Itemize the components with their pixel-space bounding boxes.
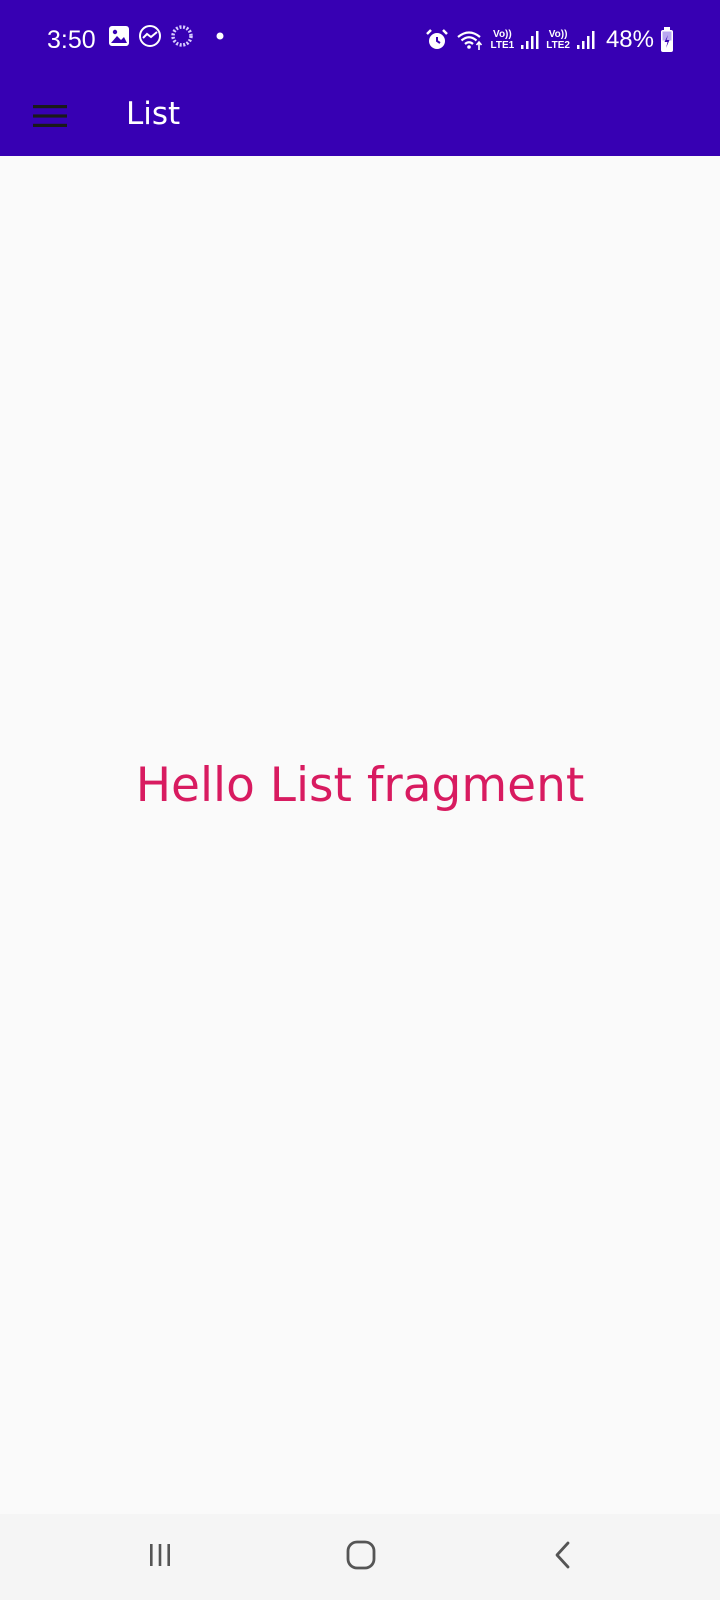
battery-charging-icon [660, 27, 674, 53]
wifi-icon [455, 28, 485, 52]
sim2-indicator: Vo)) LTE2 [546, 29, 570, 51]
sim1-indicator: Vo)) LTE1 [491, 29, 515, 51]
signal2-icon [576, 29, 596, 51]
home-icon [346, 1540, 376, 1574]
sim2-lte-label: LTE2 [546, 40, 570, 51]
sim1-volte-label: Vo)) [493, 29, 512, 40]
hello-message: Hello List fragment [135, 758, 585, 813]
battery-percentage: 48% [605, 26, 654, 53]
back-icon [552, 1540, 574, 1574]
sim1-lte-label: LTE1 [490, 40, 515, 51]
toolbar-title: List [126, 96, 181, 132]
fragment-content: Hello List fragment [0, 156, 720, 1514]
recent-apps-button[interactable] [130, 1532, 190, 1582]
status-notification-icons [108, 24, 224, 48]
image-icon [108, 25, 130, 47]
back-button[interactable] [533, 1532, 593, 1582]
system-navigation-bar [0, 1514, 720, 1600]
alarm-icon [425, 28, 449, 52]
status-system-icons: Vo)) LTE1 Vo)) LTE2 48% [425, 22, 674, 58]
dot-icon [216, 32, 224, 40]
home-button[interactable] [331, 1532, 391, 1582]
loading-ring-icon [170, 24, 194, 48]
status-time: 3:50 [47, 26, 96, 54]
signal1-icon [520, 29, 540, 51]
app-bar: List [0, 80, 720, 156]
recent-apps-icon [147, 1542, 173, 1572]
screen: 3:50 Vo)) LTE1 Vo)) LTE2 48% List Hello … [0, 0, 720, 1600]
analytics-icon [138, 24, 162, 48]
navigation-menu-button[interactable] [26, 94, 74, 142]
hamburger-menu-icon [33, 102, 67, 134]
sim2-volte-label: Vo)) [548, 29, 568, 40]
status-bar: 3:50 Vo)) LTE1 Vo)) LTE2 48% [0, 0, 720, 80]
